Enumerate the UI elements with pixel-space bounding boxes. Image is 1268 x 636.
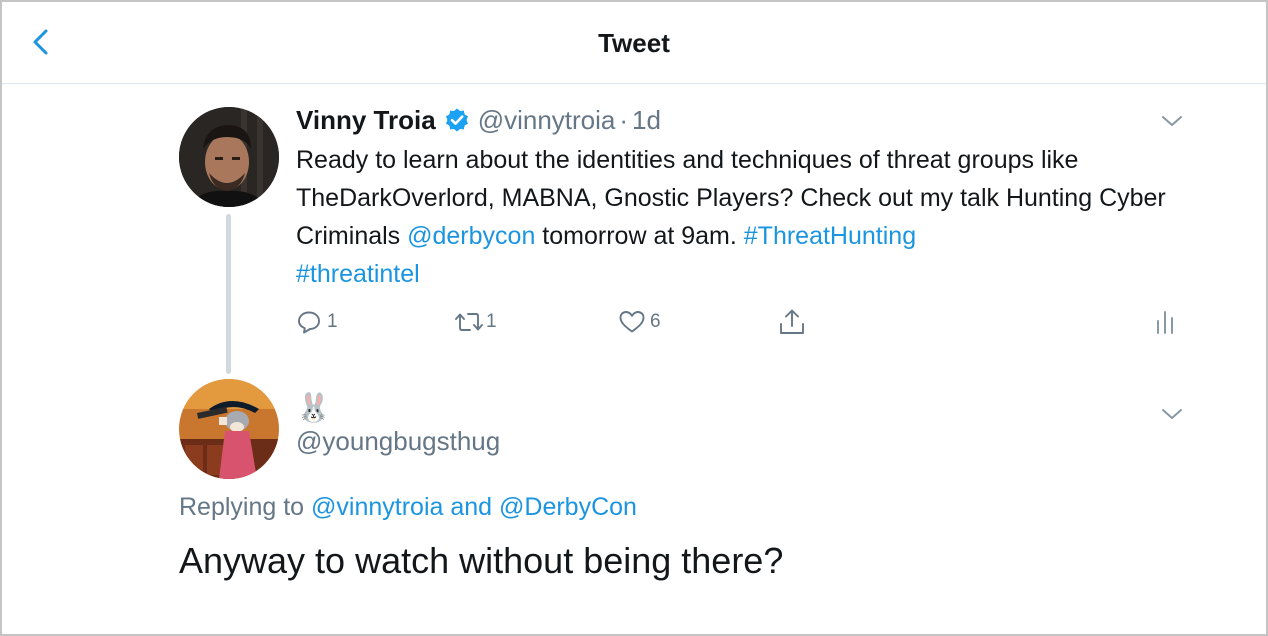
replying-and: and [443, 493, 500, 521]
chevron-down-icon [1162, 116, 1182, 126]
avatar-bugs-image [179, 379, 279, 479]
tweet-text-part: tomorrow at 9am. [535, 222, 744, 250]
avatar[interactable] [179, 107, 279, 207]
reply-button[interactable]: 1 [296, 306, 338, 338]
like-count: 6 [650, 311, 661, 332]
reply-menu-button[interactable] [1161, 407, 1183, 421]
header-bar: Tweet [2, 2, 1266, 84]
reply-icon [298, 311, 320, 334]
chevron-down-icon [1162, 409, 1182, 419]
reply-text: Anyway to watch without being there? [179, 540, 784, 581]
author-name[interactable]: Vinny Troia [296, 105, 436, 136]
hashtag-link[interactable]: #ThreatHunting [744, 222, 916, 250]
mention-link[interactable]: @derbycon [407, 222, 535, 250]
replying-user-link[interactable]: @DerbyCon [499, 493, 637, 521]
retweet-count: 1 [486, 311, 497, 332]
tweet-text: Ready to learn about the identities and … [296, 141, 1216, 293]
avatar-vinny-image [179, 107, 279, 207]
verified-badge-icon [444, 107, 470, 133]
analytics-icon [1157, 311, 1173, 334]
hashtag-link[interactable]: #threatintel [296, 260, 420, 288]
replying-user-link[interactable]: @vinnytroia [311, 493, 443, 521]
replying-prefix: Replying to [179, 493, 312, 521]
author-handle[interactable]: @vinnytroia [478, 105, 616, 136]
separator-dot: · [619, 104, 629, 135]
tweet-menu-button[interactable] [1161, 114, 1183, 128]
reply-count: 1 [327, 311, 338, 332]
replying-to-line: Replying to @vinnytroia and @DerbyCon [179, 493, 637, 522]
retweet-icon [455, 313, 483, 331]
thread-connector-line [226, 214, 231, 374]
page-title: Tweet [598, 28, 670, 58]
reply-display-name[interactable]: 🐰 [296, 392, 331, 424]
heart-icon [619, 311, 645, 333]
tweet-header: Vinny Troia @vinnytroia · 1d [296, 102, 661, 138]
like-button[interactable]: 6 [618, 306, 661, 338]
share-icon [780, 309, 804, 334]
share-button[interactable] [778, 306, 806, 338]
analytics-button[interactable] [1154, 306, 1176, 338]
avatar[interactable] [179, 379, 279, 479]
reply-author-handle[interactable]: @youngbugsthug [296, 426, 500, 457]
retweet-button[interactable]: 1 [454, 306, 497, 338]
tweet-timestamp[interactable]: 1d [632, 105, 661, 136]
tweet-actions: 1 1 6 [296, 306, 1186, 338]
